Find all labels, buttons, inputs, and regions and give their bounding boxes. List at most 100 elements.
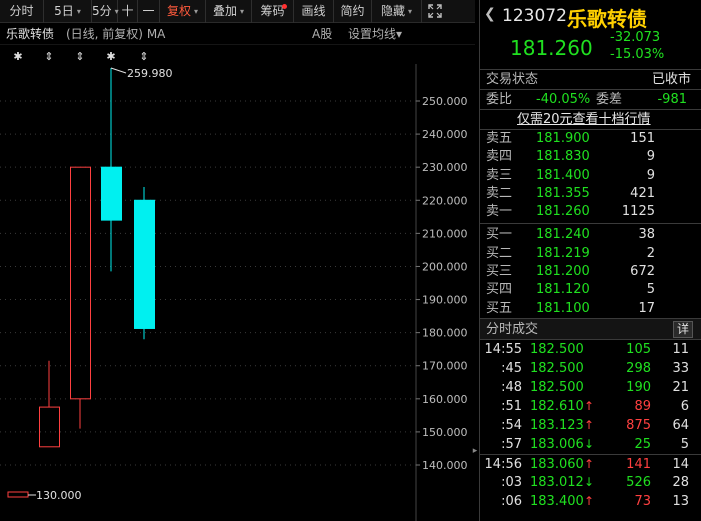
tick-time: :51 (501, 398, 522, 414)
level10-promo-link[interactable]: 仅需20元查看十档行情 (480, 110, 701, 130)
zoom-out-button[interactable]: 一 (138, 0, 160, 23)
simple-mode-button[interactable]: 简约 (334, 0, 372, 23)
tick-row[interactable]: :48 182.500 190 21 (480, 378, 701, 397)
low-marker-box (7, 491, 29, 498)
level-price: 181.240 (536, 227, 590, 243)
tick-row[interactable]: :51 182.610 ↑ 89 6 (480, 397, 701, 416)
ask-level-row[interactable]: 卖三 181.400 9 (480, 167, 701, 185)
chips-button[interactable]: 筹码 (252, 0, 294, 23)
adjust-button-label: 复权 (166, 4, 191, 18)
hide-button-label: 隐藏 (380, 4, 405, 18)
tick-row[interactable]: :06 183.400 ↑ 73 13 (480, 492, 701, 511)
draw-line-button[interactable]: 画线 (294, 0, 334, 23)
level-label: 买一 (486, 227, 513, 243)
notification-dot (282, 4, 287, 9)
hide-button[interactable]: 隐藏 ▾ (372, 0, 422, 23)
tick-price: 183.060 (530, 456, 584, 472)
tick-count: 28 (672, 474, 689, 490)
set-ma-button[interactable]: 设置均线▾ (348, 24, 402, 44)
order-ratio-value: -40.05% (536, 92, 591, 107)
ask-level-row[interactable]: 卖五 181.900 151 (480, 130, 701, 148)
candle-body (70, 166, 91, 400)
chevron-down-icon: ▾ (194, 7, 199, 16)
tick-row[interactable]: 14:56 183.060 ↑ 141 14 (480, 453, 701, 473)
panel-splitter-handle[interactable]: ▸ (471, 446, 479, 476)
indicator-ma-label[interactable]: MA (147, 27, 166, 41)
zoom-out-button-label: 一 (142, 4, 155, 18)
tick-row[interactable]: :45 182.500 298 33 (480, 359, 701, 378)
tick-count: 64 (672, 417, 689, 433)
quote-panel: ❮ 123072 乐歌转债 181.260 -32.073 -15.03% 交易… (479, 0, 701, 521)
tick-volume: 190 (626, 379, 651, 395)
tick-price: 183.123 (530, 417, 584, 433)
tick-time: :06 (501, 493, 522, 509)
adjust-marker-icon: ⇕ (75, 50, 84, 63)
ask-level-row[interactable]: 卖四 181.830 9 (480, 148, 701, 166)
asterisk-marker-icon: ✱ (13, 50, 22, 63)
level-label: 卖五 (486, 131, 513, 146)
book-divider (480, 223, 701, 225)
ticks-detail-button[interactable]: 详 (673, 320, 693, 338)
tick-time: :03 (501, 474, 522, 490)
draw-line-button-label: 画线 (301, 4, 326, 18)
bid-level-row[interactable]: 买二 181.219 2 (480, 245, 701, 263)
y-tick-label: 190.000 (422, 294, 468, 307)
y-tick-label: 180.000 (422, 327, 468, 340)
y-tick-label: 230.000 (422, 161, 468, 174)
security-code: 123072 (502, 6, 567, 26)
tick-price: 183.400 (530, 493, 584, 509)
tick-time: :54 (501, 417, 522, 433)
level-price: 181.900 (536, 131, 590, 146)
tab-5day[interactable]: 5日 ▾ (44, 0, 92, 23)
tab-intraday-label: 分时 (9, 4, 34, 18)
level-label: 买三 (486, 264, 513, 280)
adjust-button[interactable]: 复权 ▾ (160, 0, 206, 23)
bid-level-row[interactable]: 买三 181.200 672 (480, 263, 701, 281)
candlestick-chart[interactable]: 250.000 240.000 230.000 220.000 210.000 200.0… (0, 44, 475, 521)
y-tick-label: 140.000 (422, 459, 468, 472)
zoom-in-button[interactable]: 十 (118, 0, 138, 23)
level-volume: 5 (646, 282, 655, 298)
ask-level-row[interactable]: 卖一 181.260 1125 (480, 203, 701, 221)
ticks-header: 分时成交 详 (480, 318, 701, 340)
level-volume: 38 (638, 227, 655, 243)
high-price-label: 259.980 (127, 67, 173, 80)
share-type-label[interactable]: A股 (312, 24, 332, 44)
tick-volume: 73 (634, 493, 651, 509)
level-volume: 1125 (621, 204, 655, 220)
tick-row[interactable]: :03 183.012 ↓ 526 28 (480, 473, 701, 492)
level-label: 卖三 (486, 167, 513, 183)
chevron-down-icon: ▾ (396, 27, 403, 41)
chart-info-bar: 乐歌转债 (日线, 前复权) MA A股 设置均线▾ (0, 24, 475, 44)
tick-price: 182.610 (530, 398, 584, 414)
order-book: 卖五 181.900 151 卖四 181.830 9 卖三 181.400 9 卖二 181.35… (480, 130, 701, 319)
bid-level-row[interactable]: 买一 181.240 38 (480, 226, 701, 244)
tick-row[interactable]: :54 183.123 ↑ 875 64 (480, 416, 701, 435)
level-volume: 9 (646, 149, 655, 165)
tab-5day-label: 5日 (54, 4, 74, 18)
overlay-button[interactable]: 叠加 ▾ (206, 0, 252, 23)
chart-params: (日线, 前复权) (66, 27, 143, 41)
high-annotation-leader (110, 67, 127, 74)
fullscreen-button[interactable] (422, 0, 448, 23)
bid-level-row[interactable]: 买五 181.100 17 (480, 300, 701, 318)
ticks-title: 分时成交 (486, 321, 539, 337)
ticks-list[interactable]: 14:55 182.500 105 11:45 182.500 298 33:48 182.5… (480, 340, 701, 511)
price-change: -32.073 (610, 30, 661, 45)
tab-5min[interactable]: 5分 ▾ (92, 0, 119, 23)
level-price: 181.219 (536, 245, 590, 261)
level-label: 买四 (486, 282, 513, 298)
tick-count: 13 (672, 493, 689, 509)
tick-count: 6 (680, 398, 689, 414)
adjust-marker-icon: ⇕ (44, 50, 53, 63)
tab-intraday[interactable]: 分时 (0, 0, 44, 23)
chart-toolbar: 分时 5日 ▾ 5分 ▾ 十一复权 ▾ 叠加 ▾ 筹码 画线 简约 隐藏 ▾ (0, 0, 475, 23)
collapse-panel-icon[interactable]: ❮ (484, 6, 496, 22)
tick-row[interactable]: :57 183.006 ↓ 25 5 (480, 435, 701, 454)
bid-level-row[interactable]: 买四 181.120 5 (480, 281, 701, 299)
ask-level-row[interactable]: 卖二 181.355 421 (480, 185, 701, 203)
level-price: 181.260 (536, 204, 590, 220)
tick-row[interactable]: 14:55 182.500 105 11 (480, 340, 701, 359)
candle-body (39, 406, 60, 448)
level-volume: 672 (630, 264, 655, 280)
